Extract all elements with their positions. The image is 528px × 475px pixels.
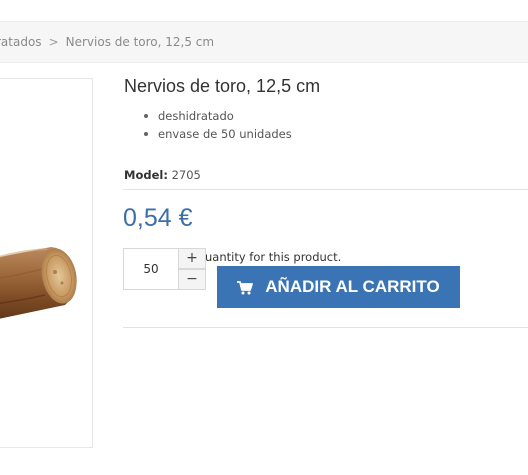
quantity-decrement-button[interactable]: − xyxy=(178,269,206,290)
breadcrumb-separator: > xyxy=(48,35,59,49)
model-label: Model: xyxy=(124,168,168,182)
quantity-help-text: uantity for this product. xyxy=(205,250,342,264)
add-to-cart-button[interactable]: AÑADIR AL CARRITO xyxy=(217,266,460,308)
product-photo-icon xyxy=(0,247,77,319)
breadcrumb-link-category[interactable]: ratados xyxy=(0,35,42,49)
page-top-band xyxy=(0,0,528,20)
product-features: deshidratado envase de 50 unidades xyxy=(144,107,292,143)
product-image[interactable] xyxy=(0,78,93,448)
model-value: 2705 xyxy=(171,168,201,182)
product-price: 0,54 € xyxy=(123,204,193,232)
quantity-input[interactable] xyxy=(123,248,179,290)
feature-item: envase de 50 unidades xyxy=(144,125,292,143)
breadcrumb-current: Nervios de toro, 12,5 cm xyxy=(65,35,215,49)
feature-item: deshidratado xyxy=(144,107,292,125)
product-model: Model: 2705 xyxy=(124,168,201,182)
divider xyxy=(123,189,528,190)
breadcrumb-bar: ratados > Nervios de toro, 12,5 cm xyxy=(0,21,528,63)
product-title: Nervios de toro, 12,5 cm xyxy=(124,76,321,96)
quantity-stepper: + − xyxy=(123,248,207,290)
cart-icon xyxy=(237,280,254,295)
add-to-cart-label: AÑADIR AL CARRITO xyxy=(265,277,440,296)
quantity-increment-button[interactable]: + xyxy=(178,248,206,269)
divider xyxy=(123,327,528,328)
breadcrumb: ratados > Nervios de toro, 12,5 cm xyxy=(0,35,214,49)
